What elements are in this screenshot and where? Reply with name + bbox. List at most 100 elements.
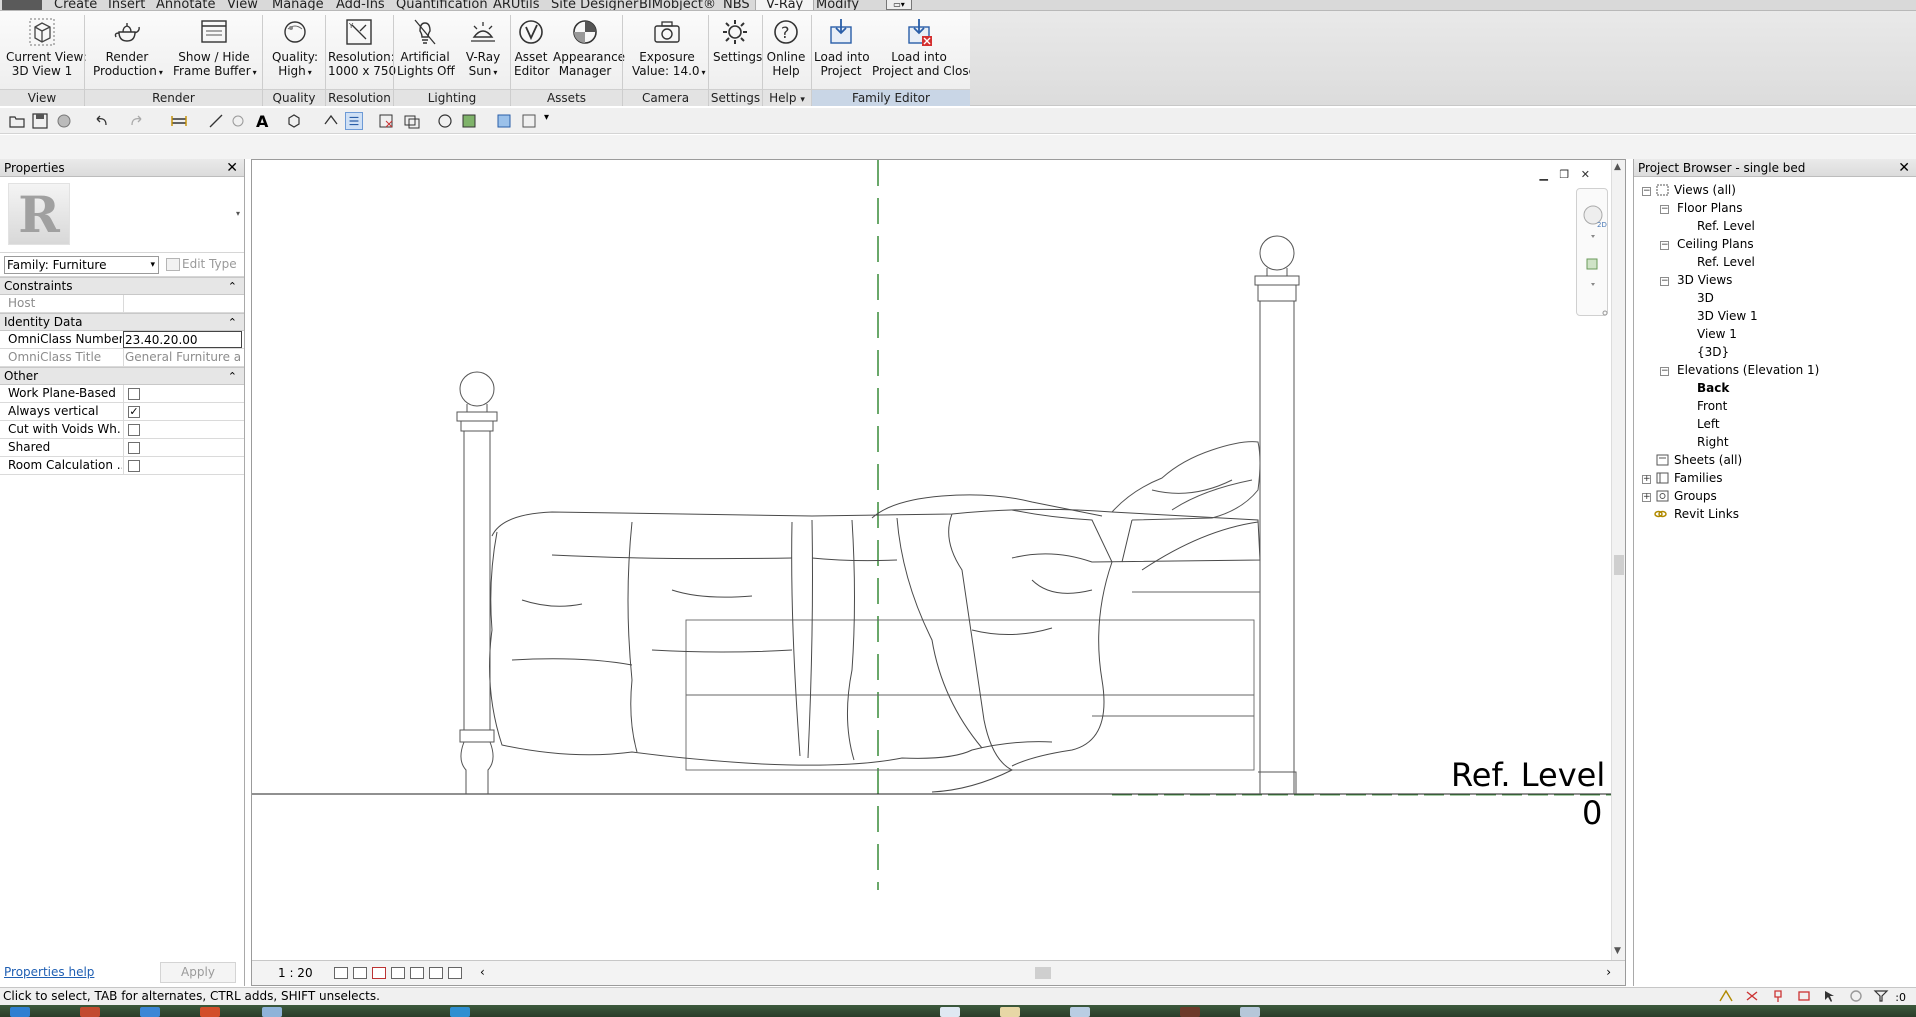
tab-view[interactable]: View [227, 0, 258, 10]
zoom-icon[interactable] [1586, 258, 1598, 270]
scroll-right-icon[interactable]: › [1606, 965, 1611, 979]
undo-icon[interactable] [92, 112, 110, 130]
tree-node-elevation-front[interactable]: Front [1697, 397, 1727, 415]
view-scale[interactable]: 1 : 20 [278, 966, 313, 980]
tab-manage[interactable]: Manage [272, 0, 324, 10]
tab-modify[interactable]: Modify [816, 0, 859, 10]
view-window-controls[interactable]: ▁ ❐ ✕ [1539, 168, 1594, 181]
tree-node-elevation-right[interactable]: Right [1697, 433, 1729, 451]
omniclass-number-field[interactable]: 23.40.20.00 [123, 331, 242, 348]
shadows-icon[interactable] [391, 967, 405, 979]
model-icon[interactable] [495, 112, 513, 130]
tree-node-elevation-left[interactable]: Left [1697, 415, 1720, 433]
shared-checkbox[interactable] [128, 442, 140, 454]
level-head-elevation[interactable]: 0 [1582, 795, 1602, 831]
appearance-manager-button[interactable]: Appearance Manager [553, 17, 625, 78]
tree-node-revit-links[interactable]: Revit Links [1674, 505, 1739, 523]
tree-node-floor-plan-ref-level[interactable]: Ref. Level [1697, 217, 1755, 235]
tree-node-families[interactable]: Families [1674, 469, 1722, 487]
tree-node-3d-view-1[interactable]: 3D View 1 [1697, 307, 1758, 325]
tree-node-3d-default[interactable]: {3D} [1697, 343, 1729, 361]
tab-vray[interactable]: V-Ray [755, 0, 815, 10]
section-icon[interactable] [322, 112, 340, 130]
tab-create[interactable]: Create [54, 0, 97, 10]
close-icon[interactable]: ✕ [1898, 159, 1910, 177]
measure-icon[interactable] [170, 112, 188, 130]
tree-node-sheets-all[interactable]: Sheets (all) [1674, 451, 1742, 469]
scroll-down-icon[interactable]: ▼ [1614, 946, 1621, 956]
sphere-icon[interactable] [436, 112, 454, 130]
vray-sun-button[interactable]: V-Ray Sun ▾ [461, 17, 505, 80]
current-view-button[interactable]: Current View: 3D View 1 [6, 17, 87, 78]
visual-style-icon[interactable] [353, 967, 367, 979]
filter-icon[interactable] [1873, 989, 1889, 1003]
sun-path-icon[interactable] [372, 967, 386, 979]
switch-windows-icon[interactable] [403, 112, 421, 130]
room-calculation-checkbox[interactable] [128, 460, 140, 472]
taskbar-app-icon[interactable] [450, 1007, 470, 1017]
detail-level-icon[interactable] [334, 967, 348, 979]
redo-icon[interactable] [128, 112, 146, 130]
aligned-dimension-icon[interactable] [207, 112, 225, 130]
scroll-up-icon[interactable]: ▲ [1614, 162, 1621, 172]
edit-type-button[interactable]: Edit Type [164, 256, 242, 274]
text-icon[interactable]: A [256, 112, 274, 131]
sync-icon[interactable] [55, 112, 73, 130]
filter-selection-count[interactable]: :0 [1895, 989, 1906, 1006]
open-folder-icon[interactable] [8, 112, 26, 130]
thin-lines-icon[interactable] [345, 112, 363, 130]
close-icon[interactable]: ✕ [226, 159, 238, 177]
tree-node-views-all[interactable]: Views (all) [1674, 181, 1736, 199]
vertical-scrollbar[interactable]: ▲ ▼ [1611, 160, 1625, 960]
render-production-button[interactable]: Render Production ▾ [93, 17, 163, 80]
exposure-value-button[interactable]: Exposure Value: 14.0 ▾ [632, 17, 706, 80]
load-into-project-button[interactable]: Load into Project [814, 17, 870, 78]
section-identity-data[interactable]: Identity Data ⌃ [0, 313, 244, 331]
tree-node-3d[interactable]: 3D [1697, 289, 1714, 307]
always-vertical-checkbox[interactable]: ✓ [128, 406, 140, 418]
section-constraints[interactable]: Constraints ⌃ [0, 277, 244, 295]
horizontal-scroll-thumb[interactable] [1035, 967, 1051, 979]
file-menu-button[interactable] [2, 0, 42, 10]
taskbar-app-icon[interactable] [1180, 1007, 1200, 1017]
type-preview[interactable]: R ▾ [0, 177, 244, 253]
taskbar-app-icon[interactable] [1240, 1007, 1260, 1017]
frame-buffer-button[interactable]: Show / Hide Frame Buffer ▾ [173, 17, 257, 80]
load-into-project-and-close-button[interactable]: Load into Project and Close [872, 17, 976, 78]
elevation-view-back[interactable]: ▁ ❐ ✕ 2D Ref. Level 0 [252, 160, 1612, 960]
collapse-node-icon[interactable]: − [1660, 205, 1669, 214]
qat-customize-dropdown-icon[interactable]: ▾ [544, 112, 562, 130]
vertical-scroll-thumb[interactable] [1614, 555, 1624, 575]
select-by-face-icon[interactable] [1796, 989, 1812, 1003]
collapse-icon[interactable]: ⌃ [228, 278, 237, 295]
expand-node-icon[interactable]: + [1642, 475, 1651, 484]
work-plane-based-checkbox[interactable] [128, 388, 140, 400]
tree-node-groups[interactable]: Groups [1674, 487, 1717, 505]
tab-insert[interactable]: Insert [108, 0, 145, 10]
drag-elements-icon[interactable] [1822, 989, 1838, 1003]
temporary-hide-icon[interactable] [448, 967, 462, 979]
taskbar-app-icon[interactable] [200, 1007, 220, 1017]
tree-node-ceiling-plan-ref-level[interactable]: Ref. Level [1697, 253, 1755, 271]
scroll-left-icon[interactable]: ‹ [480, 965, 485, 979]
minimize-ribbon-button[interactable]: ▭▾ [886, 0, 912, 10]
expand-node-icon[interactable]: + [1642, 493, 1651, 502]
select-links-icon[interactable] [1718, 989, 1734, 1003]
taskbar-app-icon[interactable] [80, 1007, 100, 1017]
tab-annotate[interactable]: Annotate [156, 0, 215, 10]
crop-view-icon[interactable] [410, 967, 424, 979]
default-3d-view-icon[interactable] [285, 112, 303, 130]
section-other[interactable]: Other ⌃ [0, 367, 244, 385]
collapse-icon[interactable]: ⌃ [228, 314, 237, 331]
tab-bimobject[interactable]: BIMobject® [639, 0, 716, 10]
families-icon[interactable] [460, 112, 478, 130]
start-button[interactable] [10, 1007, 30, 1017]
level-head-name[interactable]: Ref. Level [1451, 757, 1605, 793]
online-help-button[interactable]: ? Online Help [766, 17, 806, 78]
tree-node-elevation-back[interactable]: Back [1697, 379, 1729, 397]
tree-node-3d-views[interactable]: 3D Views [1677, 271, 1732, 289]
family-category-select[interactable]: Family: Furniture ▾ [4, 256, 159, 274]
collapse-node-icon[interactable]: − [1660, 367, 1669, 376]
tree-node-elevations[interactable]: Elevations (Elevation 1) [1677, 361, 1819, 379]
quality-button[interactable]: Quality: High ▾ [268, 17, 322, 80]
